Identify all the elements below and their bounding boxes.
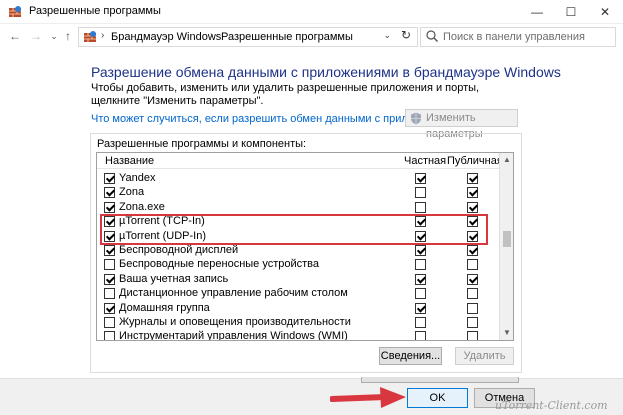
list-item[interactable]: Ваша учетная запись — [97, 273, 501, 287]
column-header-private[interactable]: Частная — [404, 155, 446, 167]
firewall-location-icon — [84, 31, 96, 42]
rule-enabled-checkbox[interactable] — [104, 187, 115, 199]
list-item[interactable]: Беспроводные переносные устройства — [97, 258, 501, 272]
program-name: Дистанционное управление рабочим столом — [119, 287, 348, 300]
shield-icon — [411, 112, 421, 125]
utorrent-highlight-frame — [100, 214, 488, 245]
program-name: Беспроводной дисплей — [119, 244, 239, 256]
program-name: Zona — [119, 186, 145, 199]
rule-enabled-checkbox[interactable] — [104, 317, 115, 328]
ok-button[interactable]: OK — [407, 388, 468, 408]
public-network-checkbox[interactable] — [467, 201, 478, 213]
public-network-checkbox[interactable] — [467, 173, 478, 184]
public-network-checkbox[interactable] — [467, 259, 478, 271]
rule-enabled-checkbox[interactable] — [104, 273, 115, 285]
refresh-button[interactable]: ↻ — [396, 28, 416, 46]
forward-button[interactable]: → — [28, 28, 44, 44]
program-name: Инструментарий управления Windows (WMI) — [119, 330, 348, 341]
watermark-text: uTorrent-Client.com — [495, 399, 608, 412]
list-header: Название Частная Публичная — [97, 153, 503, 169]
program-name: Журналы и оповещения производительности — [119, 316, 351, 328]
breadcrumb-allowed-programs[interactable]: Разрешенные программы — [221, 31, 353, 43]
scrollbar-thumb[interactable] — [503, 231, 511, 247]
list-item[interactable]: Беспроводной дисплей — [97, 244, 501, 258]
rule-enabled-checkbox[interactable] — [104, 201, 115, 213]
maximize-button[interactable]: ☐ — [554, 0, 588, 24]
public-network-checkbox[interactable] — [467, 331, 478, 340]
details-button[interactable]: Сведения... — [379, 347, 442, 365]
column-header-public[interactable]: Публичная — [447, 155, 503, 167]
breadcrumb-separator: › — [101, 30, 105, 41]
public-network-checkbox[interactable] — [467, 302, 478, 314]
private-network-checkbox[interactable] — [415, 259, 426, 271]
list-item[interactable]: Дистанционное управление рабочим столом — [97, 287, 501, 301]
rule-enabled-checkbox[interactable] — [104, 173, 115, 184]
program-name: Домашняя группа — [119, 301, 210, 314]
breadcrumb-firewall[interactable]: Брандмауэр Windows — [111, 31, 221, 43]
private-network-checkbox[interactable] — [415, 317, 426, 328]
delete-button[interactable]: Удалить — [455, 347, 514, 365]
rule-enabled-checkbox[interactable] — [104, 245, 115, 256]
scroll-up-icon[interactable]: ▲ — [500, 153, 513, 167]
close-icon: ✕ — [599, 5, 611, 19]
rule-enabled-checkbox[interactable] — [104, 288, 115, 300]
list-item[interactable]: Yandex — [97, 172, 501, 186]
rule-enabled-checkbox[interactable] — [104, 259, 115, 271]
allowed-programs-list[interactable]: Название Частная Публичная Yandex Zona Zon… — [96, 152, 514, 341]
public-network-checkbox[interactable] — [467, 273, 478, 285]
public-network-checkbox[interactable] — [467, 317, 478, 328]
public-network-checkbox[interactable] — [467, 288, 478, 300]
search-box[interactable]: Поиск в панели управления — [420, 27, 616, 47]
list-item[interactable]: Журналы и оповещения производительности — [97, 316, 501, 330]
page-heading: Разрешение обмена данными с приложениями… — [91, 64, 561, 80]
maximize-icon: ☐ — [565, 5, 577, 19]
back-button[interactable]: ← — [7, 28, 23, 44]
group-caption: Разрешенные программы и компоненты: — [97, 138, 307, 150]
private-network-checkbox[interactable] — [415, 288, 426, 300]
private-network-checkbox[interactable] — [415, 173, 426, 184]
firewall-app-icon — [9, 6, 21, 17]
private-network-checkbox[interactable] — [415, 302, 426, 314]
rule-enabled-checkbox[interactable] — [104, 302, 115, 314]
private-network-checkbox[interactable] — [415, 245, 426, 256]
list-item[interactable]: Zona.exe — [97, 201, 501, 215]
list-item[interactable]: Zona — [97, 186, 501, 200]
close-button[interactable]: ✕ — [588, 0, 622, 24]
up-button[interactable]: ↑ — [60, 28, 76, 44]
program-name: Yandex — [119, 172, 156, 184]
public-network-checkbox[interactable] — [467, 245, 478, 256]
minimize-button[interactable]: — — [520, 0, 554, 24]
rule-enabled-checkbox[interactable] — [104, 331, 115, 340]
page-description: Чтобы добавить, изменить или удалить раз… — [91, 82, 480, 107]
breadcrumb-separator: › — [210, 30, 214, 41]
red-arrow-annotation-icon — [330, 387, 406, 408]
private-network-checkbox[interactable] — [415, 187, 426, 199]
change-settings-button[interactable]: Изменить параметры — [405, 109, 518, 140]
list-item[interactable]: Инструментарий управления Windows (WMI) — [97, 330, 501, 341]
navigation-bar: ← → ⌄ ↑ › Брандмауэр Windows › Разрешенн… — [0, 24, 623, 50]
window-title: Разрешенные программы — [29, 5, 161, 17]
search-icon — [426, 30, 438, 42]
minimize-icon: — — [531, 5, 543, 19]
public-network-checkbox[interactable] — [467, 187, 478, 199]
scroll-down-icon[interactable]: ▼ — [500, 326, 513, 340]
column-header-name[interactable]: Название — [105, 155, 154, 167]
vertical-scrollbar[interactable]: ▲ ▼ — [499, 153, 513, 340]
program-name: Zona.exe — [119, 200, 165, 213]
private-network-checkbox[interactable] — [415, 273, 426, 285]
program-name: Ваша учетная запись — [119, 272, 229, 285]
title-bar: Разрешенные программы — ☐ ✕ — [0, 0, 623, 24]
address-bar[interactable]: › Брандмауэр Windows › Разрешенные прогр… — [78, 27, 418, 47]
list-item[interactable]: Домашняя группа — [97, 302, 501, 316]
program-name: Беспроводные переносные устройства — [119, 258, 320, 271]
private-network-checkbox[interactable] — [415, 331, 426, 340]
search-placeholder: Поиск в панели управления — [443, 31, 585, 43]
private-network-checkbox[interactable] — [415, 201, 426, 213]
address-dropdown-button[interactable]: ⌄ — [383, 30, 391, 41]
